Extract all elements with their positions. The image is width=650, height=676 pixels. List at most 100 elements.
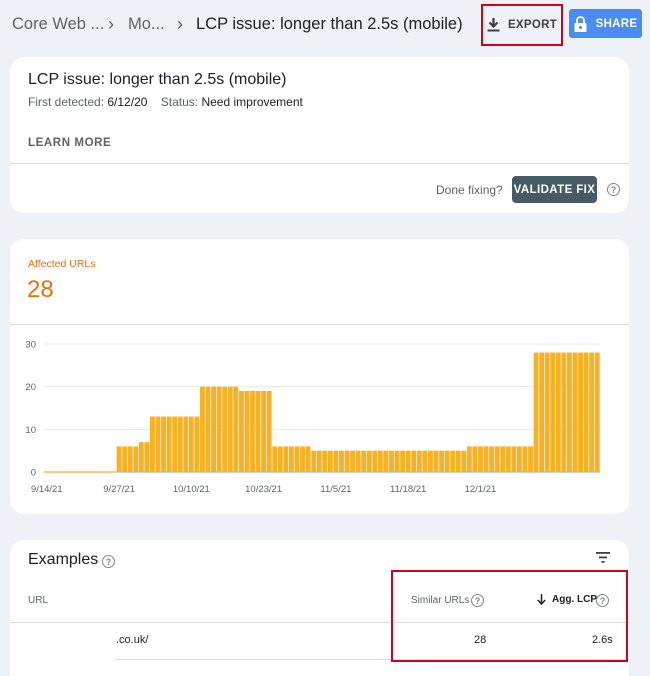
bar [161, 416, 166, 472]
bar [166, 416, 172, 472]
bar [350, 450, 356, 472]
bar [305, 446, 311, 472]
bar [288, 446, 294, 472]
bar [372, 450, 378, 472]
learn-more-link[interactable]: LEARN MORE [28, 137, 111, 149]
bar [539, 352, 545, 472]
bar [300, 446, 305, 472]
help-icon[interactable]: ? [607, 183, 620, 196]
lock-icon [574, 15, 587, 32]
bar [238, 390, 244, 472]
bar [272, 446, 278, 472]
column-header-url[interactable]: URL [28, 595, 48, 606]
arrow-down-icon [537, 594, 546, 605]
bar [266, 390, 272, 472]
bar [327, 450, 333, 472]
bar [427, 450, 433, 472]
bar [594, 352, 600, 472]
bar [133, 446, 139, 472]
bar [578, 352, 583, 472]
bar [127, 446, 133, 472]
export-label: EXPORT [507, 19, 558, 31]
bar [255, 390, 261, 472]
bar [250, 390, 255, 472]
bar [283, 446, 289, 472]
bar [316, 450, 322, 472]
bar [550, 352, 556, 472]
export-button[interactable]: EXPORT [481, 4, 563, 46]
help-icon[interactable]: ? [471, 594, 484, 607]
bar [483, 446, 489, 472]
bar [177, 416, 183, 472]
bar [183, 416, 189, 472]
x-tick-label: 10/10/21 [173, 484, 210, 495]
x-tick-label: 9/27/21 [103, 484, 135, 495]
bar [322, 450, 328, 472]
bar [233, 386, 239, 472]
bar [205, 386, 211, 472]
examples-title-text: Examples [28, 551, 99, 568]
divider [116, 659, 629, 660]
bar [361, 450, 367, 472]
x-tick-label: 9/14/21 [31, 484, 63, 495]
bar [522, 446, 528, 472]
x-tick-label: 11/5/21 [320, 484, 351, 495]
bar [405, 450, 411, 472]
bar [461, 450, 467, 472]
bar [227, 386, 233, 472]
top-bar: Core Web ... › Mo... › LCP issue: longer… [0, 0, 650, 50]
y-tick-label: 30 [25, 340, 36, 351]
bar [389, 450, 394, 472]
column-header-similar-urls[interactable]: Similar URLs [411, 595, 469, 606]
bar [144, 442, 150, 472]
bar [433, 450, 439, 472]
y-tick-label: 20 [25, 382, 36, 393]
issue-title: LCP issue: longer than 2.5s (mobile) [28, 71, 287, 88]
status-value: Need improvement [201, 95, 303, 109]
first-detected-label: First detected: [28, 95, 105, 109]
bar [566, 352, 572, 472]
bar [411, 450, 417, 472]
column-header-agg-lcp[interactable]: Agg. LCP [537, 594, 597, 605]
filter-icon[interactable] [596, 552, 610, 563]
breadcrumb-item-mobile[interactable]: Mo... [128, 15, 165, 34]
bar [455, 450, 461, 472]
bar [194, 416, 200, 472]
bar [450, 450, 456, 472]
y-tick-label: 0 [31, 468, 36, 479]
bar [589, 352, 595, 472]
affected-urls-card: Affected URLs 28 0 10 20 30 9/14/21 9/27/21 10… [10, 239, 629, 514]
bar [294, 446, 300, 472]
affected-urls-chart: 0 10 20 30 9/14/21 9/27/21 10/10/21 10/23/21 11/… [25, 340, 600, 495]
bar [261, 390, 267, 472]
bar [333, 450, 339, 472]
help-icon[interactable]: ? [102, 555, 115, 568]
bar [472, 446, 478, 472]
bar [439, 450, 444, 472]
bar [444, 450, 450, 472]
bar [544, 352, 550, 472]
bar [200, 386, 205, 472]
table-row-similar-count: 28 [474, 634, 487, 646]
bar [583, 352, 589, 472]
bar [528, 446, 533, 472]
bar [416, 450, 422, 472]
share-button[interactable]: SHARE [569, 9, 642, 38]
help-icon[interactable]: ? [596, 594, 609, 607]
bar [555, 352, 561, 472]
page-title: LCP issue: longer than 2.5s (mobile) [196, 15, 463, 33]
bar [355, 450, 361, 472]
divider [10, 622, 629, 623]
validate-fix-button[interactable]: VALIDATE FIX [512, 176, 597, 203]
bar [505, 446, 511, 472]
bar [500, 446, 506, 472]
status-label: Status: [160, 95, 199, 109]
breadcrumb-item-core-web-vitals[interactable]: Core Web ... [12, 15, 104, 34]
bar [211, 386, 217, 472]
x-tick-label: 12/1/21 [465, 484, 497, 495]
bar [188, 416, 194, 472]
table-row-url[interactable]: .co.uk/ [116, 634, 148, 646]
bar [116, 446, 122, 472]
issue-card: LCP issue: longer than 2.5s (mobile) Fir… [10, 57, 629, 213]
bar [172, 416, 178, 472]
